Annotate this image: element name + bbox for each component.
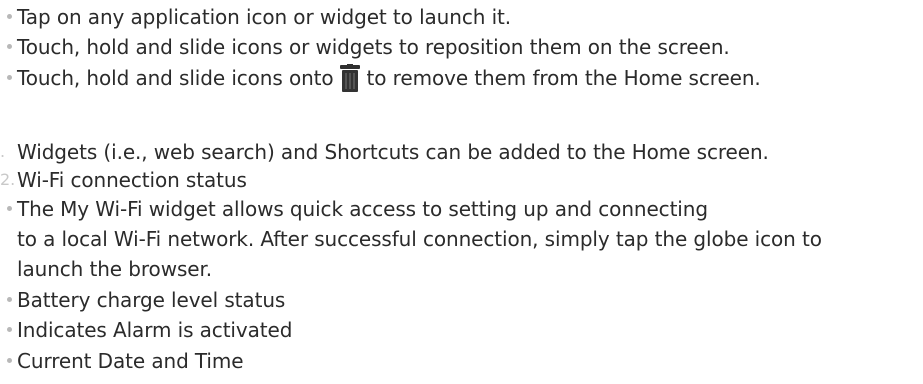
bullet-text-after: to remove them from the Home screen. bbox=[366, 66, 761, 90]
bullet-text: The My Wi-Fi widget allows quick access … bbox=[17, 197, 708, 221]
continuation-text: to a local Wi-Fi network. After successf… bbox=[17, 227, 822, 251]
bullet-text: Current Date and Time bbox=[17, 349, 244, 373]
continuation-text: launch the browser. bbox=[17, 257, 213, 281]
bullet-text: Indicates Alarm is activated bbox=[17, 318, 293, 342]
bullet-text-before: Touch, hold and slide icons onto bbox=[17, 66, 334, 90]
bullet-battery: Battery charge level status bbox=[0, 286, 285, 314]
bullet-launch: Tap on any application icon or widget to… bbox=[0, 3, 511, 31]
bullet-date-time: Current Date and Time bbox=[0, 347, 244, 375]
bullet-dot bbox=[7, 75, 12, 80]
numbered-text: Widgets (i.e., web search) and Shortcuts… bbox=[17, 140, 769, 164]
wifi-widget-continuation: to a local Wi-Fi network. After successf… bbox=[0, 225, 822, 253]
bullet-dot bbox=[7, 327, 12, 332]
bullet-text: Touch, hold and slide icons or widgets t… bbox=[17, 35, 730, 59]
bullet-wifi-widget: The My Wi-Fi widget allows quick access … bbox=[0, 195, 708, 223]
numbered-item-wifi-status: 2. Wi-Fi connection status bbox=[0, 166, 247, 194]
number-marker: 2. bbox=[0, 170, 16, 189]
bullet-dot bbox=[7, 206, 12, 211]
bullet-dot bbox=[7, 358, 12, 363]
bullet-reposition: Touch, hold and slide icons or widgets t… bbox=[0, 33, 730, 61]
bullet-text: Battery charge level status bbox=[17, 288, 286, 312]
instructions-document: Tap on any application icon or widget to… bbox=[0, 0, 923, 384]
numbered-item-widgets: . Widgets (i.e., web search) and Shortcut… bbox=[0, 138, 769, 166]
bullet-dot bbox=[7, 44, 12, 49]
bullet-dot bbox=[7, 14, 12, 19]
numbered-text: Wi-Fi connection status bbox=[17, 168, 247, 192]
trash-icon bbox=[339, 63, 361, 92]
bullet-remove: Touch, hold and slide icons onto to remo… bbox=[0, 63, 761, 94]
bullet-dot bbox=[7, 297, 12, 302]
number-marker: . bbox=[0, 142, 5, 161]
bullet-alarm: Indicates Alarm is activated bbox=[0, 316, 292, 344]
wifi-widget-continuation: launch the browser. bbox=[0, 255, 212, 283]
bullet-text: Tap on any application icon or widget to… bbox=[17, 5, 512, 29]
